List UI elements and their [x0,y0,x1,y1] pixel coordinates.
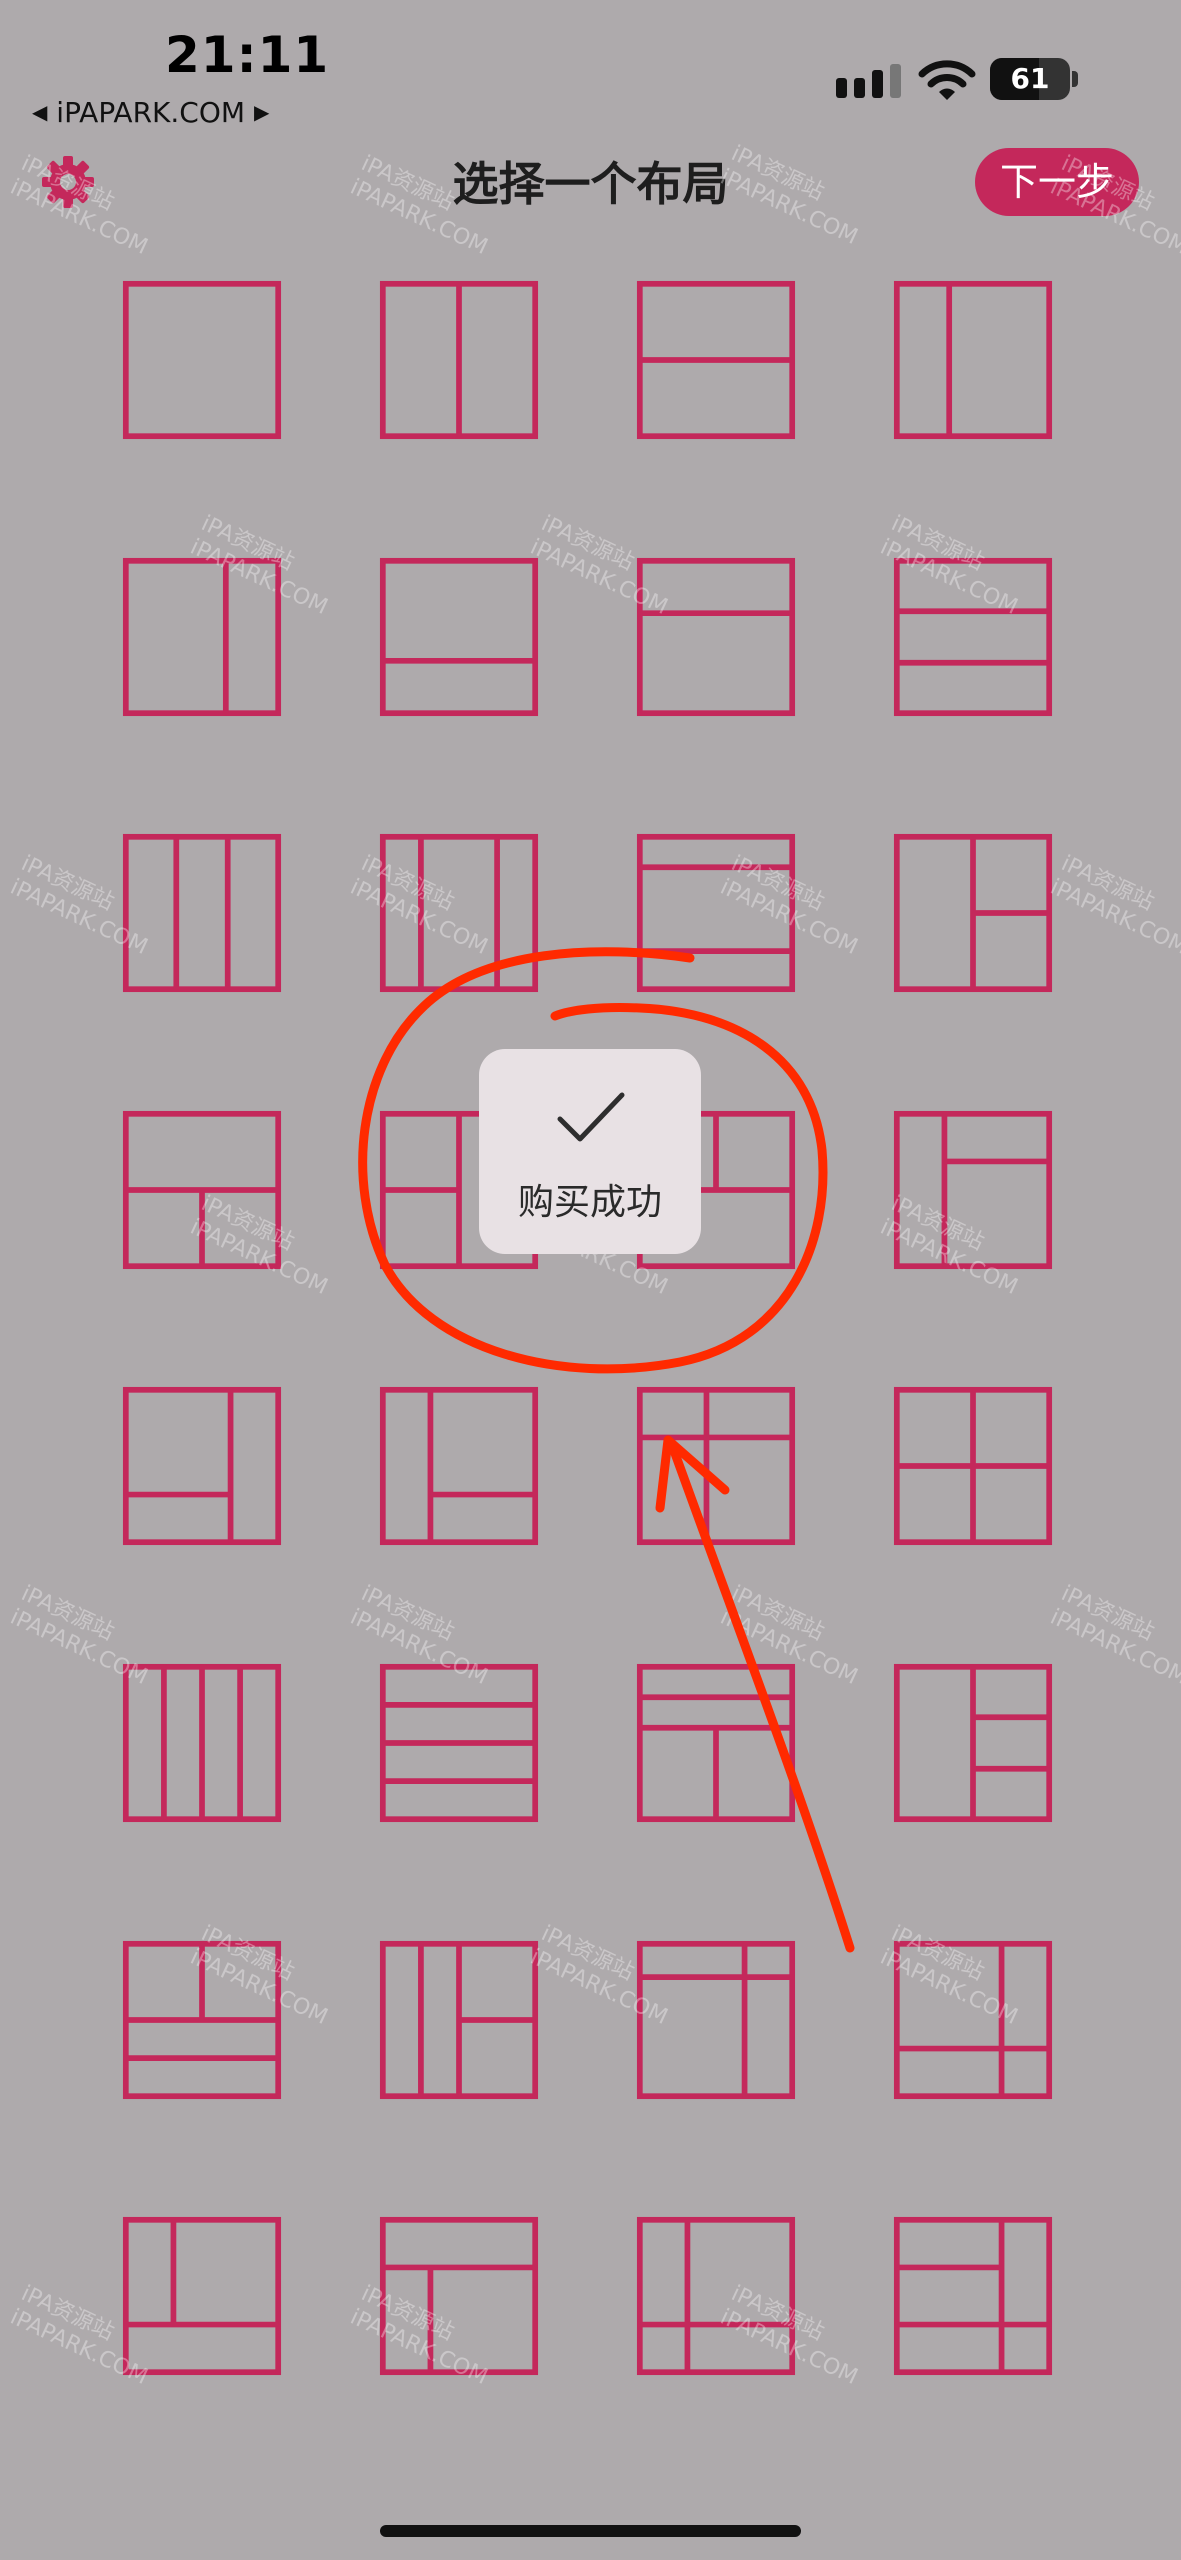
layout-option-right-column-left-bottom[interactable] [122,1386,282,1546]
layout-thumbnail [893,1663,1053,1823]
layout-frame [122,557,282,717]
layout-option-big-right-bottom-row[interactable] [122,2216,282,2376]
layout-frame [893,557,1053,717]
layout-thumbnail [379,1940,539,2100]
layout-thumbnail [893,280,1053,440]
layout-thumbnail [379,1663,539,1823]
layout-frame [122,1386,282,1546]
layout-option-big-top-left-bottom-right-small[interactable] [893,1940,1053,2100]
layout-thumbnail [122,1663,282,1823]
layout-frame [893,1110,1053,1270]
layout-thumbnail [893,557,1053,717]
layout-option-rows-3-narrow[interactable] [636,833,796,993]
layout-thumbnail [893,1940,1053,2100]
layout-thumbnail [122,1110,282,1270]
layout-option-rows-top-two-bottom-split[interactable] [636,1663,796,1823]
layout-frame [893,1940,1053,2100]
layout-thumbnail [122,833,282,993]
layout-option-left-column-right-three[interactable] [893,1663,1053,1823]
layout-option-top-row-big-bottom[interactable] [379,2216,539,2376]
layout-thumbnail [379,833,539,993]
layout-option-split-vertical-2[interactable] [379,280,539,440]
layout-thumbnail [379,2216,539,2376]
layout-frame [636,833,796,993]
layout-option-columns-3[interactable] [122,833,282,993]
layout-option-split-horizontal-narrow-bottom[interactable] [379,557,539,717]
layout-thumbnail [122,1386,282,1546]
layout-option-left-column-right-top-small[interactable] [893,1110,1053,1270]
layout-thumbnail [893,833,1053,993]
layout-thumbnail [122,1940,282,2100]
layout-frame [379,557,539,717]
layout-option-rows-4[interactable] [379,1663,539,1823]
layout-thumbnail [122,280,282,440]
layout-option-full[interactable] [122,280,282,440]
layout-option-top-split-bottom-rows[interactable] [122,1940,282,2100]
layout-option-columns-4[interactable] [122,1663,282,1823]
layout-thumbnail [893,1386,1053,1546]
layout-option-top-small-left-column[interactable] [636,1386,796,1546]
home-indicator[interactable] [380,2525,801,2537]
layout-thumbnail [379,557,539,717]
layout-thumbnail [122,557,282,717]
layout-option-top-wide-right-column[interactable] [636,1940,796,2100]
layout-option-top-row-bottom-two[interactable] [122,1110,282,1270]
layout-option-columns-left-two-right-split[interactable] [379,1940,539,2100]
layout-option-split-horizontal-2[interactable] [636,280,796,440]
layout-frame [379,2216,539,2376]
checkmark-icon [557,1092,625,1142]
layout-frame [122,833,282,993]
layout-thumbnail [636,1663,796,1823]
layout-option-left-column-right-two[interactable] [893,833,1053,993]
layout-option-rows-3[interactable] [893,557,1053,717]
layout-thumbnail [636,280,796,440]
toast-message: 购买成功 [517,1182,662,1223]
layout-frame [893,2216,1053,2376]
layout-frame [893,280,1053,440]
layout-frame [636,1940,796,2100]
layout-frame [122,2216,282,2376]
layout-thumbnail [636,557,796,717]
layout-thumbnail [122,2216,282,2376]
layout-frame [379,1386,539,1546]
purchase-success-toast: 购买成功 [479,1049,701,1254]
layout-thumbnail [893,2216,1053,2376]
layout-thumbnail [636,833,796,993]
layout-thumbnail [636,1386,796,1546]
layout-frame [379,833,539,993]
layout-option-left-column-right-bottom[interactable] [379,1386,539,1546]
layout-grid [0,0,1181,2560]
layout-option-columns-3-narrow-sides[interactable] [379,833,539,993]
layout-frame [636,557,796,717]
layout-option-split-vertical-narrow-right[interactable] [122,557,282,717]
layout-option-grid-left-column[interactable] [636,2216,796,2376]
layout-option-split-horizontal-narrow-top[interactable] [636,557,796,717]
layout-frame [122,280,282,440]
layout-option-top-left-big-right-bottom-small[interactable] [893,2216,1053,2376]
layout-thumbnail [893,1110,1053,1270]
layout-frame [636,2216,796,2376]
layout-thumbnail [636,2216,796,2376]
layout-thumbnail [379,1386,539,1546]
layout-thumbnail [636,1940,796,2100]
layout-option-split-vertical-narrow-left[interactable] [893,280,1053,440]
layout-frame [636,1386,796,1546]
layout-thumbnail [379,280,539,440]
layout-option-quad-2x2[interactable] [893,1386,1053,1546]
